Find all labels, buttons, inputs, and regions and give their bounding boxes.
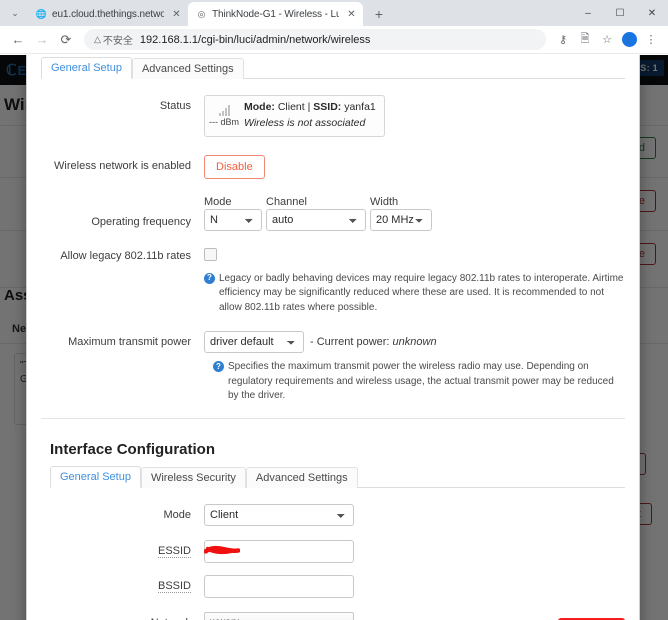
- device-tabstrip: General Setup Advanced Settings: [41, 57, 625, 79]
- browser-tab-0[interactable]: 🌐 eu1.cloud.thethings.network ✕: [28, 2, 188, 26]
- status-box: --- dBm Mode: Client | SSID: yanfa1 Wire…: [204, 95, 385, 137]
- frequency-width-select[interactable]: 20 MHz: [370, 208, 432, 231]
- essid-label: ESSID: [41, 540, 204, 558]
- col-header-mode: Mode: [204, 195, 232, 208]
- key-icon[interactable]: ⚷: [552, 29, 574, 51]
- bssid-row: BSSID: [41, 574, 625, 598]
- tab-wireless-security[interactable]: Wireless Security: [140, 466, 246, 488]
- tab-general-setup-device[interactable]: General Setup: [41, 57, 132, 79]
- status-text: Mode: Client | SSID: yanfa1 Wireless is …: [244, 100, 376, 132]
- interface-configuration-title: Interface Configuration: [50, 440, 216, 458]
- browser-tab-0-title: eu1.cloud.thethings.network: [52, 8, 164, 20]
- maximize-button[interactable]: ☐: [604, 0, 636, 26]
- translate-icon[interactable]: 🗎: [574, 29, 596, 51]
- bssid-label: BSSID: [41, 575, 204, 593]
- browser-toolbar: ← → ⟳ △ 不安全 192.168.1.1/cgi-bin/luci/admi…: [0, 26, 668, 54]
- browser-tab-1[interactable]: ◎ ThinkNode-G1 - Wireless - Lu ✕: [188, 2, 363, 26]
- wireless-config-modal: General Setup Advanced Settings Status -…: [26, 55, 640, 620]
- status-ssid-key: SSID:: [313, 101, 342, 113]
- tab-advanced-settings-interface[interactable]: Advanced Settings: [245, 466, 358, 488]
- wifi-icon: ◎: [197, 8, 206, 19]
- browser-tab-0-close-icon[interactable]: ✕: [170, 8, 183, 21]
- legacy-rates-hint-text: Legacy or badly behaving devices may req…: [219, 272, 624, 313]
- minimize-button[interactable]: –: [572, 0, 604, 26]
- warning-triangle-icon: △: [94, 34, 101, 44]
- col-header-channel: Channel: [266, 195, 307, 208]
- back-button[interactable]: ←: [6, 28, 30, 52]
- essid-field-wrapper: [204, 539, 354, 563]
- status-line-1: Mode: Client | SSID: yanfa1: [244, 100, 376, 116]
- tab-advanced-settings-device[interactable]: Advanced Settings: [131, 58, 244, 79]
- frequency-mode-select[interactable]: N: [204, 208, 262, 231]
- bssid-input[interactable]: [204, 574, 354, 598]
- essid-input[interactable]: [204, 539, 354, 563]
- security-warning-text: 不安全: [102, 36, 133, 47]
- signal-bars-icon: [218, 104, 230, 117]
- globe-icon: 🌐: [35, 8, 48, 19]
- current-power-prefix: - Current power:: [310, 336, 390, 348]
- avatar: 👤: [621, 32, 637, 47]
- essid-row: ESSID: [41, 539, 625, 563]
- forward-button: →: [35, 32, 49, 47]
- wireless-enabled-label: Wireless network is enabled: [54, 159, 191, 172]
- reload-button[interactable]: ⟳: [54, 28, 78, 52]
- status-label: Status: [159, 100, 191, 112]
- window-controls: – ☐ ✕: [572, 0, 668, 26]
- frequency-channel-select[interactable]: auto: [266, 208, 366, 231]
- tab-general-setup-interface[interactable]: General Setup: [50, 465, 141, 488]
- profile-avatar[interactable]: 👤: [618, 29, 640, 51]
- legacy-rates-row: Allow legacy 802.11b rates ? Legacy or b…: [41, 245, 625, 316]
- status-ssid-value: yanfa1: [344, 101, 376, 113]
- legacy-rates-checkbox[interactable]: [204, 247, 217, 261]
- current-power-readout: - Current power: unknown: [310, 336, 437, 348]
- frequency-column-headers: Mode Channel Width: [204, 196, 625, 208]
- security-warning-badge[interactable]: △ 不安全: [94, 32, 133, 47]
- transmit-power-select[interactable]: driver default: [204, 331, 304, 353]
- disable-wireless-button[interactable]: Disable: [204, 154, 265, 179]
- operating-frequency-label: Operating frequency: [91, 215, 191, 228]
- page-viewport: ℂE ANGES: 1 Wireless Overview Add Remove…: [0, 55, 668, 620]
- interface-mode-select[interactable]: Client: [204, 503, 354, 526]
- legacy-rates-label: Allow legacy 802.11b rates: [60, 249, 191, 262]
- interface-tabstrip: General Setup Wireless Security Advanced…: [50, 465, 625, 488]
- bssid-label-text: BSSID: [157, 579, 191, 593]
- close-window-button[interactable]: ✕: [636, 0, 668, 26]
- tab-list-chevron-icon[interactable]: ⌄: [2, 0, 28, 26]
- browser-tab-bar: ⌄ 🌐 eu1.cloud.thethings.network ✕ ◎ Thin…: [0, 0, 668, 26]
- status-mode-key: Mode:: [244, 101, 275, 113]
- kebab-menu-icon[interactable]: ⋮: [640, 29, 662, 51]
- interface-mode-label: Mode: [163, 508, 191, 521]
- help-icon: ?: [204, 272, 215, 284]
- transmit-power-label: Maximum transmit power: [68, 336, 191, 348]
- transmit-power-hint-text: Specifies the maximum transmit power the…: [228, 361, 614, 401]
- address-bar[interactable]: △ 不安全 192.168.1.1/cgi-bin/luci/admin/netw…: [84, 29, 546, 50]
- transmit-power-hint: ? Specifies the maximum transmit power t…: [204, 360, 625, 404]
- essid-label-text: ESSID: [157, 544, 191, 558]
- wireless-enabled-row: Wireless network is enabled Disable: [41, 154, 625, 179]
- new-tab-button[interactable]: +: [367, 2, 391, 26]
- section-divider: [41, 417, 625, 419]
- status-separator: |: [307, 101, 311, 113]
- signal-strength-indicator: --- dBm: [209, 104, 239, 128]
- signal-dbm: --- dBm: [209, 117, 239, 128]
- browser-tab-1-close-icon[interactable]: ✕: [345, 8, 358, 21]
- status-association: Wireless is not associated: [244, 116, 366, 129]
- url-text: 192.168.1.1/cgi-bin/luci/admin/network/w…: [139, 33, 371, 46]
- current-power-value: unknown: [392, 336, 437, 348]
- status-row: Status --- dBm Mode: Client | SSID: yanf…: [41, 95, 625, 137]
- star-icon[interactable]: ☆: [596, 29, 618, 51]
- transmit-power-row: Maximum transmit power driver default - …: [41, 331, 625, 404]
- legacy-rates-hint: ? Legacy or badly behaving devices may r…: [204, 272, 625, 316]
- col-header-width: Width: [370, 195, 399, 208]
- interface-mode-row: Mode Client: [41, 503, 625, 526]
- operating-frequency-row: Operating frequency Mode Channel Width N…: [41, 196, 625, 231]
- browser-tab-1-title: ThinkNode-G1 - Wireless - Lu: [212, 8, 339, 20]
- help-icon: ?: [213, 361, 224, 372]
- status-mode-value: Client: [277, 101, 305, 113]
